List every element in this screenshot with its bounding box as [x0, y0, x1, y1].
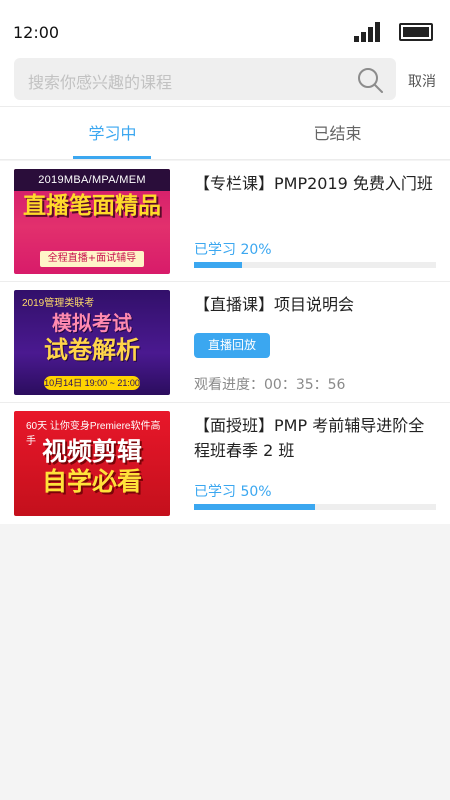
course-title: 【直播课】项目说明会 [194, 295, 355, 314]
thumbnail-caption: 2019管理类联考 [22, 298, 95, 309]
course-title: 【专栏课】PMP2019 免费入门班 [194, 174, 433, 193]
course-item[interactable]: 2019管理类联考 模拟考试 试卷解析 10月14日 19:00 ~ 21:00… [0, 282, 450, 403]
tab-learning[interactable]: 学习中 [0, 107, 225, 161]
thumbnail-headline: 直播笔面精品 [23, 193, 161, 219]
course-item[interactable]: 60天 让你变身Premiere软件高手 视频剪辑 自学必看 【面授班】PMP … [0, 403, 450, 524]
progress-label: 已学习 50% [194, 484, 272, 500]
search-placeholder: 搜索你感兴趣的课程 [28, 73, 173, 92]
status-bar: 12:00 [0, 0, 450, 54]
course-item[interactable]: 2019MBA/MPA/MEM 直播笔面精品 全程直播+面试辅导 【专栏课】PM… [0, 161, 450, 282]
replay-button[interactable]: 直播回放 [194, 333, 270, 358]
thumbnail-headline-line2: 自学必看 [41, 467, 142, 496]
tab-bar: 学习中 已结束 [0, 106, 450, 160]
thumbnail-caption: 2019MBA/MPA/MEM [14, 169, 170, 191]
search-bar: 搜索你感兴趣的课程 取消 [0, 54, 450, 106]
thumbnail-headline-line2: 试卷解析 [44, 336, 140, 364]
tab-finished[interactable]: 已结束 [225, 107, 450, 161]
signal-icon [354, 22, 382, 42]
course-list: 2019MBA/MPA/MEM 直播笔面精品 全程直播+面试辅导 【专栏课】PM… [0, 161, 450, 524]
status-time: 12:00 [13, 23, 60, 42]
progress-bar [194, 504, 436, 510]
progress-bar [194, 262, 436, 268]
course-thumbnail[interactable]: 2019MBA/MPA/MEM 直播笔面精品 全程直播+面试辅导 [14, 169, 170, 274]
progress-fill [194, 262, 243, 268]
progress-label: 已学习 20% [194, 242, 272, 258]
thumbnail-headline-line1: 模拟考试 [52, 311, 132, 335]
active-tab-indicator [73, 156, 151, 159]
course-thumbnail[interactable]: 60天 让你变身Premiere软件高手 视频剪辑 自学必看 [14, 411, 170, 516]
cancel-button[interactable]: 取消 [408, 71, 436, 91]
thumbnail-headline: 模拟考试 试卷解析 [14, 310, 170, 364]
thumbnail-tagline: 全程直播+面试辅导 [40, 251, 144, 267]
progress-fill [194, 504, 315, 510]
search-input[interactable]: 搜索你感兴趣的课程 [14, 58, 396, 100]
battery-icon [399, 23, 433, 41]
thumbnail-headline: 视频剪辑 自学必看 [14, 437, 170, 497]
thumbnail-tagline: 10月14日 19:00 ~ 21:00 [44, 376, 140, 390]
course-title: 【面授班】PMP 考前辅导进阶全程班春季 2 班 [194, 416, 425, 460]
search-icon[interactable] [356, 66, 384, 94]
course-thumbnail[interactable]: 2019管理类联考 模拟考试 试卷解析 10月14日 19:00 ~ 21:00 [14, 290, 170, 395]
thumbnail-headline-line1: 视频剪辑 [41, 437, 142, 466]
watch-progress: 观看进度：00：35：56 [194, 377, 346, 393]
